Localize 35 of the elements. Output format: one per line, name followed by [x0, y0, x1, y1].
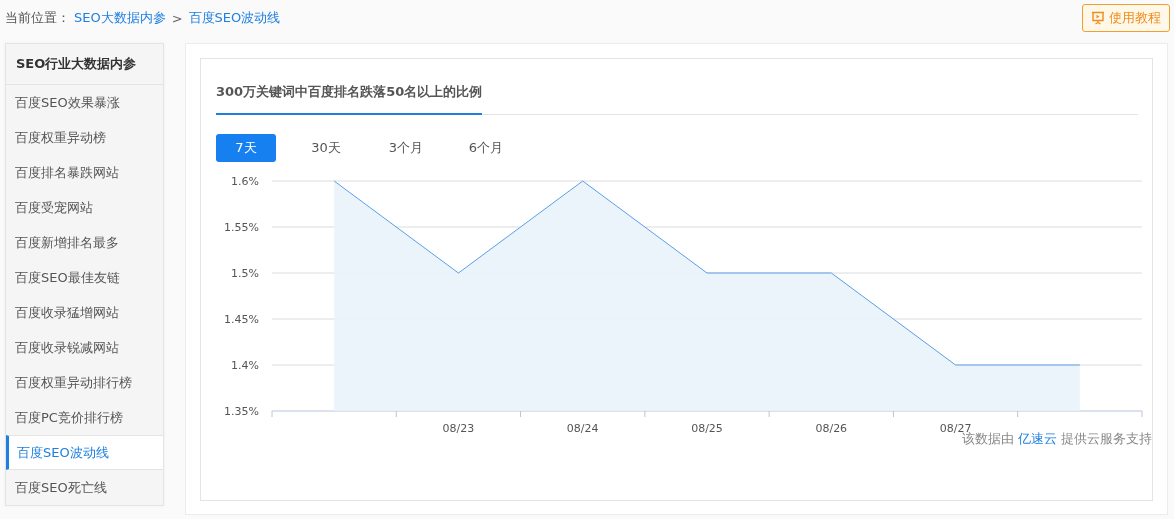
sidebar-item[interactable]: 百度新增排名最多 [6, 225, 163, 260]
breadcrumb-link[interactable]: SEO大数据内参 [74, 9, 166, 27]
y-axis-label: 1.4% [231, 359, 259, 372]
sidebar-item[interactable]: 百度SEO最佳友链 [6, 260, 163, 295]
range-button[interactable]: 30天 [296, 134, 356, 162]
y-axis-label: 1.5% [231, 267, 259, 280]
x-axis-label: 08/26 [815, 422, 848, 435]
sidebar-item[interactable]: 百度SEO效果暴涨 [6, 85, 163, 120]
sidebar-item[interactable]: 百度排名暴跌网站 [6, 155, 163, 190]
y-axis-label: 1.55% [224, 221, 259, 234]
sidebar-item[interactable]: 百度SEO死亡线 [6, 470, 163, 505]
presentation-icon [1091, 11, 1105, 25]
sidebar-item[interactable]: 百度受宠网站 [6, 190, 163, 225]
range-button[interactable]: 6个月 [456, 134, 516, 162]
x-axis-label: 08/24 [566, 422, 599, 435]
x-axis-label: 08/23 [442, 422, 475, 435]
breadcrumb-label: 当前位置： [5, 9, 70, 27]
credit-link[interactable]: 亿速云 [1017, 431, 1057, 446]
y-axis-label: 1.45% [224, 313, 259, 326]
credit-text: 该数据由 亿速云 提供云服务支持 [961, 431, 1152, 448]
breadcrumb-link[interactable]: 百度SEO波动线 [188, 9, 281, 27]
sidebar-item[interactable]: 百度权重异动排行榜 [6, 365, 163, 400]
range-button[interactable]: 7天 [216, 134, 276, 162]
y-axis-label: 1.35% [224, 405, 259, 418]
chart-tab[interactable]: 300万关键词中百度排名跌落50名以上的比例 [216, 83, 483, 115]
sidebar-item[interactable]: 百度PC竞价排行榜 [6, 400, 163, 435]
sidebar-item[interactable]: 百度收录锐减网站 [6, 330, 163, 365]
sidebar-title: SEO行业大数据内参 [6, 44, 163, 85]
breadcrumb-separator: > [171, 10, 183, 26]
sidebar-item[interactable]: 百度收录猛增网站 [6, 295, 163, 330]
y-axis-label: 1.6% [231, 175, 259, 188]
range-button[interactable]: 3个月 [376, 134, 436, 162]
sidebar-item[interactable]: 百度SEO波动线 [6, 435, 163, 470]
sidebar-item[interactable]: 百度权重异动榜 [6, 120, 163, 155]
x-axis-label: 08/25 [691, 422, 723, 435]
